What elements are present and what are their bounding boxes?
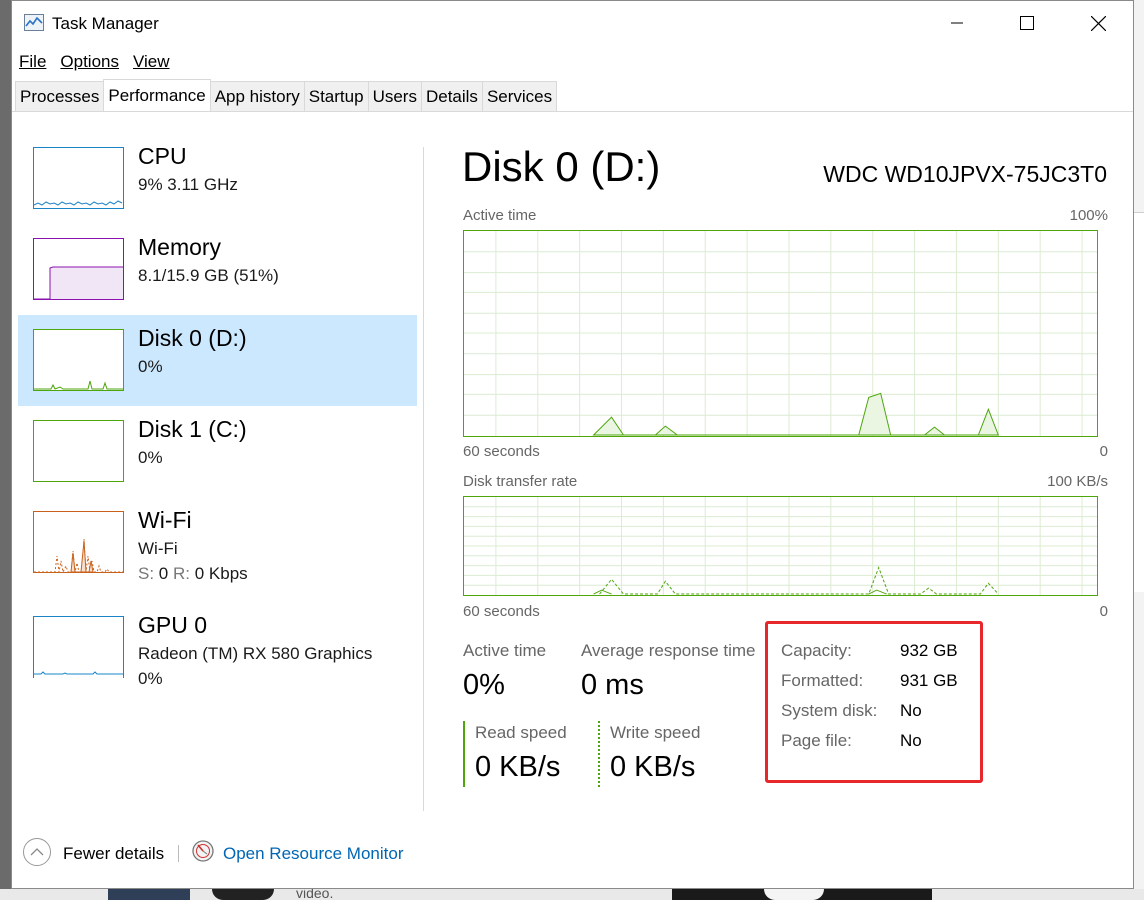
- tab-users[interactable]: Users: [367, 81, 422, 111]
- pane-divider[interactable]: [423, 147, 424, 811]
- read-speed-indicator: [463, 721, 465, 787]
- active-time-graph-max: 100%: [1069, 207, 1108, 224]
- sidebar-item-detail-2: 0%: [138, 669, 163, 688]
- sidebar-item-detail: 8.1/15.9 GB (51%): [138, 266, 279, 285]
- sidebar-item-wifi[interactable]: Wi-Fi Wi-Fi S: 0 R: 0 Kbps: [18, 497, 417, 588]
- sidebar-item-title: Disk 1 (C:): [138, 416, 247, 442]
- write-speed-indicator: [598, 721, 600, 787]
- active-time-value: 0%: [463, 669, 505, 701]
- chevron-up-icon: [30, 848, 44, 856]
- wifi-thumbnail-graph: [33, 511, 124, 573]
- avg-response-value: 0 ms: [581, 669, 644, 701]
- fewer-details-button[interactable]: [23, 838, 51, 866]
- background-avatar: [212, 889, 274, 900]
- gpu-thumbnail-graph: [33, 616, 124, 678]
- sidebar-item-detail: 0%: [138, 357, 163, 376]
- tab-processes[interactable]: Processes: [15, 81, 105, 111]
- page-title: Disk 0 (D:): [462, 143, 661, 190]
- background-window-edge: [1133, 212, 1144, 592]
- transfer-rate-graph-xmin: 60 seconds: [463, 603, 540, 620]
- sidebar-item-title: GPU 0: [138, 612, 208, 638]
- sidebar-item-cpu[interactable]: CPU 9% 3.11 GHz: [18, 133, 417, 224]
- disk1-thumbnail-graph: [33, 420, 124, 482]
- avg-response-label: Average response time: [581, 641, 756, 660]
- maximize-button[interactable]: [992, 1, 1062, 45]
- minimize-button[interactable]: [922, 1, 992, 45]
- sidebar-item-gpu[interactable]: GPU 0 Radeon (TM) RX 580 Graphics 0%: [18, 602, 417, 693]
- memory-thumbnail-graph: [33, 238, 124, 300]
- sidebar-item-title: Wi-Fi: [138, 507, 192, 533]
- background-desktop-bottom: video.: [0, 885, 1144, 900]
- tab-startup[interactable]: Startup: [303, 81, 369, 111]
- transfer-rate-graph-max: 100 KB/s: [1047, 473, 1108, 490]
- background-image: [672, 889, 932, 900]
- tab-services[interactable]: Services: [481, 81, 558, 111]
- read-speed-value: 0 KB/s: [475, 751, 561, 783]
- footer-separator: [178, 845, 179, 862]
- menu-view[interactable]: View: [126, 49, 177, 75]
- sidebar-item-title: Memory: [138, 234, 222, 260]
- sidebar-item-disk0[interactable]: Disk 0 (D:) 0%: [18, 315, 417, 406]
- sidebar-item-detail: 9% 3.11 GHz: [138, 175, 238, 194]
- sidebar-item-detail: Wi-Fi: [138, 539, 178, 558]
- disk-model: WDC WD10JPVX-75JC3T0: [823, 161, 1107, 187]
- tab-details[interactable]: Details: [420, 81, 483, 111]
- highlight-box: [765, 621, 983, 783]
- close-button[interactable]: [1063, 1, 1133, 45]
- footer: Fewer details Open Resource Monitor: [12, 829, 1133, 879]
- fewer-details-link[interactable]: Fewer details: [63, 844, 164, 864]
- close-icon: [1090, 15, 1106, 31]
- task-manager-icon: [24, 14, 44, 31]
- transfer-rate-graph-xmax: 0: [1099, 603, 1108, 620]
- sidebar-item-title: CPU: [138, 143, 187, 169]
- menu-file[interactable]: File: [12, 49, 53, 75]
- transfer-rate-graph: [463, 496, 1098, 596]
- active-time-graph-label: Active time: [463, 207, 537, 224]
- transfer-rate-graph-label: Disk transfer rate: [463, 473, 578, 490]
- active-time-label: Active time: [463, 641, 547, 660]
- sidebar-item-disk1[interactable]: Disk 1 (C:) 0%: [18, 406, 417, 497]
- read-speed-label: Read speed: [475, 723, 567, 742]
- background-thumbnail: [108, 889, 190, 900]
- active-time-graph: [463, 230, 1098, 437]
- title-bar[interactable]: Task Manager: [12, 1, 1133, 45]
- open-resource-monitor-link[interactable]: Open Resource Monitor: [223, 844, 403, 864]
- tab-app-history[interactable]: App history: [209, 81, 305, 111]
- tab-strip: Processes Performance App history Startu…: [15, 79, 558, 111]
- sidebar-item-memory[interactable]: Memory 8.1/15.9 GB (51%): [18, 224, 417, 315]
- active-time-graph-xmax: 0: [1099, 443, 1108, 460]
- cpu-thumbnail-graph: [33, 147, 124, 209]
- wifi-throughput: S: 0 R: 0 Kbps: [138, 564, 248, 583]
- background-desktop-right: [1133, 0, 1144, 900]
- disk0-thumbnail-graph: [33, 329, 124, 391]
- active-time-graph-xmin: 60 seconds: [463, 443, 540, 460]
- window-title: Task Manager: [52, 14, 159, 33]
- write-speed-value: 0 KB/s: [610, 751, 696, 783]
- menu-options[interactable]: Options: [53, 49, 126, 75]
- sidebar-item-title: Disk 0 (D:): [138, 325, 247, 351]
- sidebar-item-detail: 0%: [138, 448, 163, 467]
- maximize-icon: [1020, 16, 1034, 30]
- write-speed-label: Write speed: [610, 723, 701, 742]
- tab-performance[interactable]: Performance: [103, 79, 211, 111]
- resource-monitor-icon[interactable]: [192, 840, 214, 862]
- menu-bar: File Options View: [12, 49, 177, 75]
- minimize-icon: [951, 22, 963, 24]
- task-manager-window: Task Manager File Options View Processes…: [11, 0, 1134, 889]
- sidebar-item-detail: Radeon (TM) RX 580 Graphics: [138, 644, 373, 663]
